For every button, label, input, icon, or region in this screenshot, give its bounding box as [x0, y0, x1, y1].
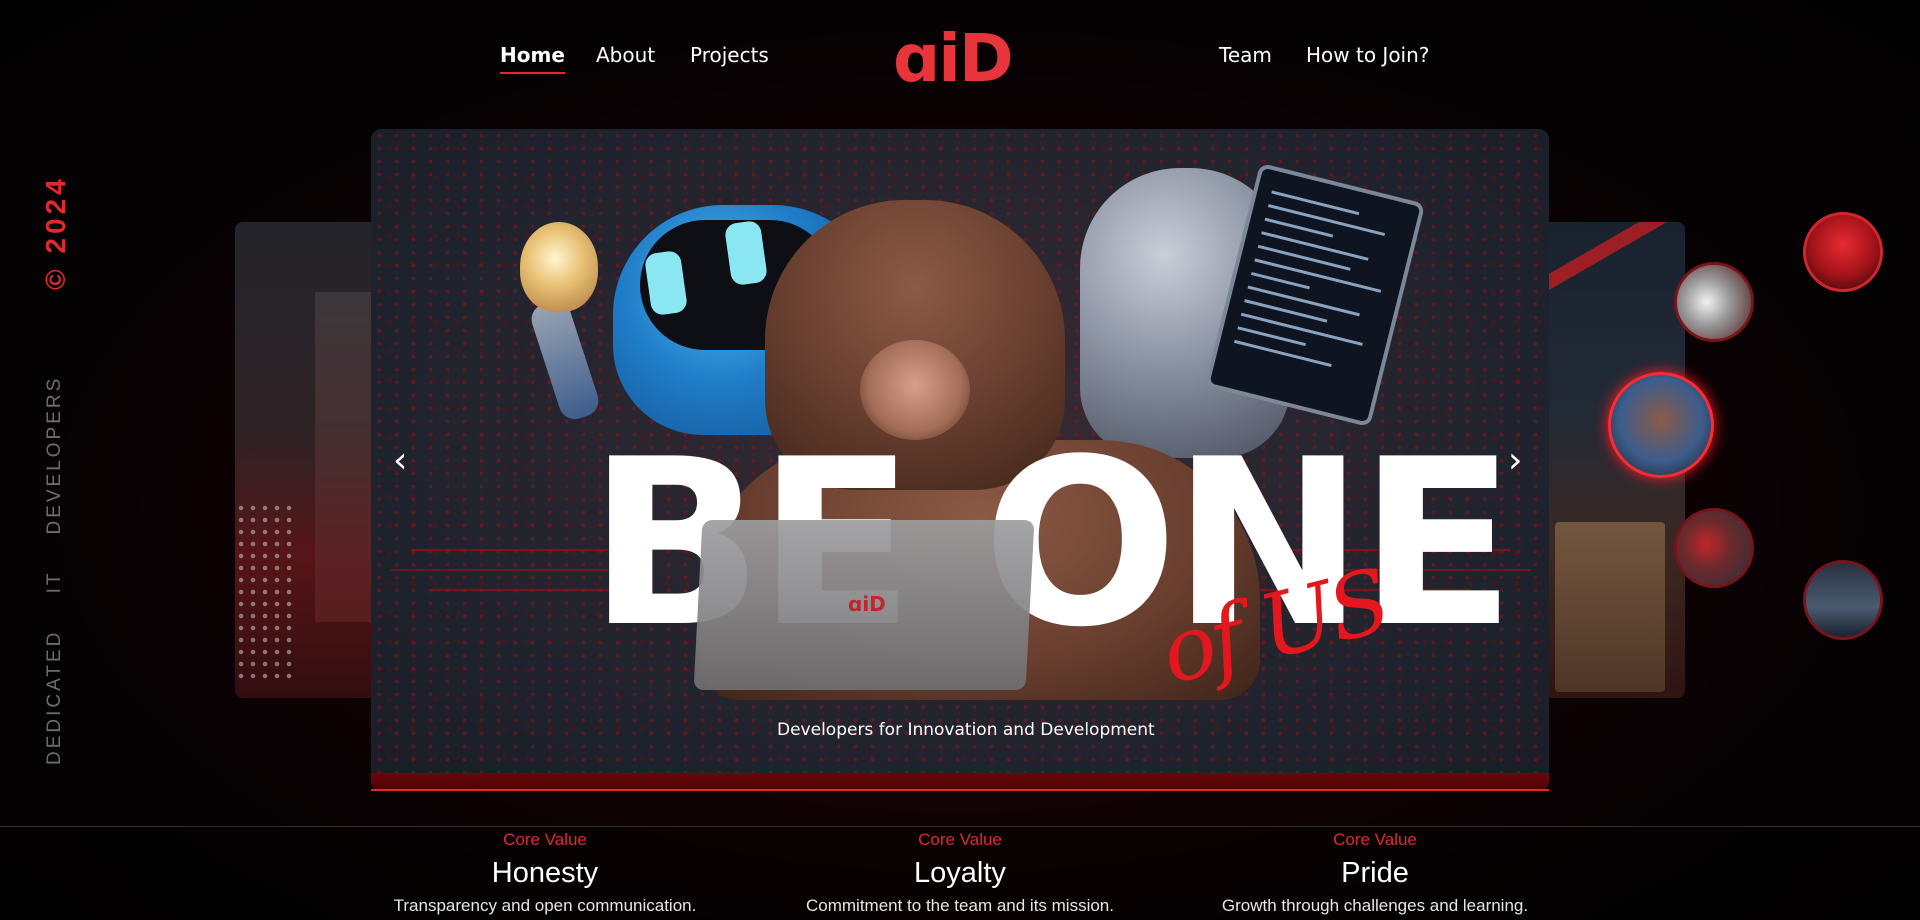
thumbnail-badges[interactable]	[1674, 508, 1754, 588]
core-value-card: Core Value Loyalty Commitment to the tea…	[760, 830, 1160, 916]
laptop-logo: ɑiD	[848, 592, 886, 616]
lightbulb-graphic	[520, 222, 598, 312]
core-value-card: Core Value Pride Growth through challeng…	[1175, 830, 1575, 916]
core-value-desc: Growth through challenges and learning.	[1221, 896, 1529, 915]
nav-link-projects[interactable]: Projects	[690, 43, 769, 67]
side-tagline: DEDICATED IT DEVELOPERS	[44, 375, 65, 765]
nav-link-how-to-join[interactable]: How to Join?	[1306, 43, 1429, 67]
top-nav: Home About Projects ɑiD Team How to Join…	[0, 0, 1920, 115]
nav-link-team[interactable]: Team	[1219, 43, 1272, 67]
thumbnail-beyond[interactable]	[1674, 262, 1754, 342]
core-value-kicker: Core Value	[918, 830, 1002, 849]
core-value-desc: Commitment to the team and its mission.	[805, 896, 1114, 915]
thumbnail-hacker[interactable]	[1803, 212, 1883, 292]
hero-tagline: Developers for Innovation and Developmen…	[777, 720, 1155, 740]
core-value-title: Loyalty	[914, 857, 1006, 889]
core-value-kicker: Core Value	[503, 830, 587, 849]
slide-accent-line	[371, 789, 1549, 791]
thumbnail-code[interactable]	[1803, 560, 1883, 640]
carousel-prev-arrow[interactable]: ‹	[393, 440, 407, 481]
core-value-desc: Transparency and open communication.	[393, 896, 697, 915]
core-value-title: Pride	[1341, 857, 1409, 889]
nav-link-home[interactable]: Home	[500, 43, 565, 74]
core-value-kicker: Core Value	[1333, 830, 1417, 849]
logo[interactable]: ɑiD	[893, 26, 1014, 92]
copyright-year: © 2024	[40, 175, 71, 290]
core-value-card: Core Value Honesty Transparency and open…	[345, 830, 745, 916]
core-value-title: Honesty	[491, 857, 599, 889]
thumbnail-be-one-active[interactable]	[1608, 372, 1714, 478]
carousel-next-arrow[interactable]: ›	[1508, 440, 1522, 481]
nav-link-about[interactable]: About	[596, 43, 655, 67]
